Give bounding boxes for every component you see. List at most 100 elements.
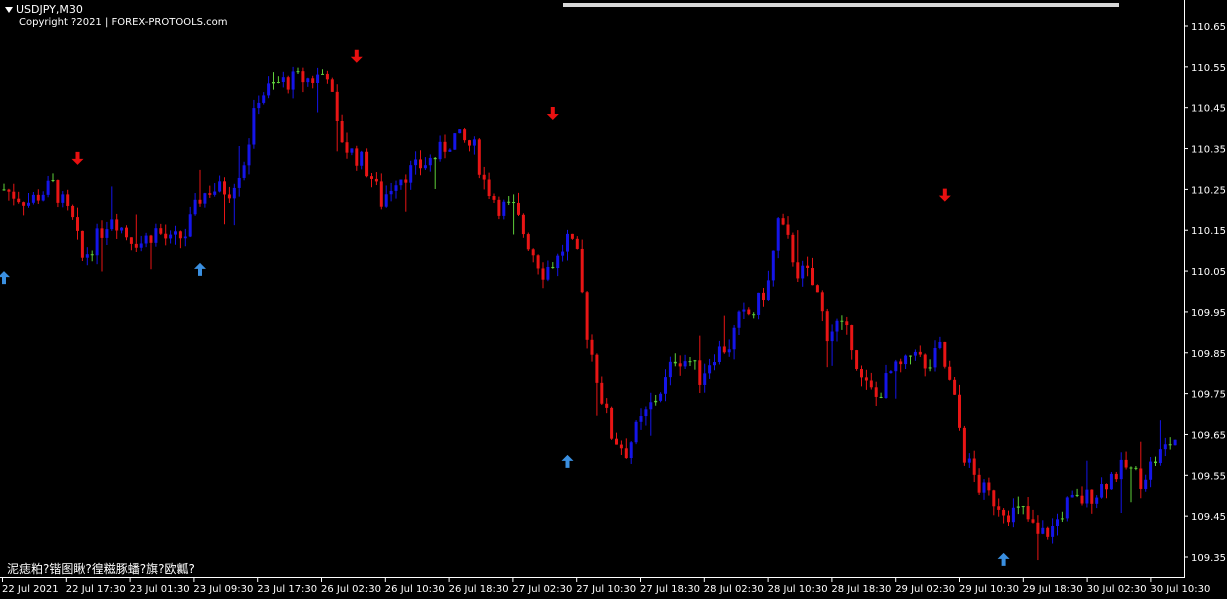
candle-body	[732, 327, 736, 350]
candle-body	[227, 194, 231, 199]
candle-body	[306, 78, 310, 83]
candle-body	[1163, 444, 1167, 450]
candle-body	[198, 199, 202, 204]
candle-body	[394, 185, 398, 191]
candle-body	[531, 249, 535, 256]
candle-body	[825, 311, 829, 342]
x-tick-label: 29 Jul 10:30	[959, 584, 1019, 595]
x-tick-label: 23 Jul 09:30	[193, 584, 253, 595]
candle-body	[423, 165, 427, 169]
candle-body	[654, 400, 658, 403]
candle	[526, 232, 530, 252]
candle-body	[987, 482, 991, 491]
candle-body	[1031, 519, 1035, 523]
candle-body	[7, 189, 11, 192]
candle	[610, 406, 614, 440]
candle-body	[1046, 527, 1050, 537]
candle-body	[1158, 449, 1162, 464]
x-tick-label: 27 Jul 10:30	[576, 584, 636, 595]
candle-body	[879, 396, 883, 399]
candle-body	[737, 311, 741, 328]
candle-body	[22, 202, 26, 206]
candle-body	[384, 194, 388, 207]
y-tick-label: 109.45	[1191, 512, 1226, 523]
candle-body	[943, 341, 947, 367]
candle-body	[561, 251, 565, 256]
candle-body	[884, 373, 888, 399]
candle-body	[708, 365, 712, 374]
candle	[855, 349, 859, 371]
price-chart[interactable]: 110.65 110.55 110.45 110.35 110.25 110.15 110.…	[0, 0, 1227, 599]
candle-body	[566, 233, 569, 252]
candle-body	[801, 265, 805, 279]
horizontal-scrollbar[interactable]	[563, 3, 1119, 7]
candle-body	[1085, 489, 1089, 504]
candle	[962, 425, 966, 466]
candle-body	[713, 362, 716, 366]
candle-body	[1109, 473, 1113, 490]
indicator-comment: 泥痣粕?锴图瞅?徨糍豚蟠?旗?欧瓤?	[7, 562, 195, 576]
candle-body	[286, 77, 290, 90]
candle-body	[820, 292, 824, 312]
candle-body	[1168, 444, 1172, 446]
candle-body	[972, 458, 976, 475]
candle-body	[1011, 507, 1015, 523]
candle-body	[786, 224, 790, 235]
x-tick-label: 26 Jul 02:30	[321, 584, 381, 595]
candle-body	[463, 129, 467, 141]
candle-body	[840, 320, 844, 322]
candle-body	[536, 255, 540, 269]
candle	[943, 341, 947, 369]
candle-body	[605, 403, 609, 408]
candle-body	[703, 373, 707, 385]
y-tick-label: 109.85	[1191, 349, 1226, 360]
candle-body	[188, 214, 192, 237]
candle-body	[570, 233, 574, 239]
candle-body	[845, 321, 849, 326]
candle	[330, 77, 334, 92]
candle-body	[76, 217, 79, 231]
candle-body	[1051, 526, 1055, 537]
candle-body	[727, 349, 731, 353]
candle-body	[1021, 506, 1025, 508]
candle-body	[977, 474, 981, 493]
symbol-header[interactable]: USDJPY,M30	[5, 3, 83, 16]
candle-body	[918, 351, 922, 355]
candle-body	[262, 95, 266, 103]
chart-background	[0, 0, 1227, 599]
candle-body	[502, 201, 506, 216]
y-tick-label: 110.45	[1191, 104, 1226, 115]
candle-body	[1105, 484, 1108, 490]
candle-body	[36, 194, 40, 201]
candle-body	[894, 361, 898, 372]
candle-body	[2, 189, 6, 191]
candle-body	[443, 141, 447, 152]
candle-body	[154, 228, 158, 243]
candle-body	[374, 178, 378, 182]
candle-body	[379, 181, 383, 207]
candle-body	[967, 458, 971, 463]
x-tick-label: 28 Jul 10:30	[768, 584, 828, 595]
candle-body	[899, 361, 903, 365]
y-tick-label: 109.55	[1191, 471, 1226, 482]
candle	[497, 196, 501, 220]
candle-body	[257, 102, 261, 109]
candle-body	[438, 141, 442, 160]
candle-body	[590, 339, 594, 355]
candle-body	[664, 377, 667, 394]
candle-body	[1036, 522, 1040, 534]
candle-body	[487, 179, 491, 197]
candle-body	[340, 121, 344, 143]
candle-body	[781, 218, 785, 225]
candle-body	[1124, 459, 1128, 468]
triangle-down-icon[interactable]	[5, 7, 13, 13]
x-tick-label: 23 Jul 01:30	[130, 584, 190, 595]
candle-body	[688, 361, 692, 363]
candle-body	[521, 214, 525, 235]
candle-body	[962, 427, 966, 463]
candle-body	[958, 394, 961, 428]
x-tick-label: 23 Jul 17:30	[257, 584, 317, 595]
candle-body	[909, 355, 912, 357]
candle-body	[51, 180, 55, 182]
candle-body	[850, 325, 854, 351]
